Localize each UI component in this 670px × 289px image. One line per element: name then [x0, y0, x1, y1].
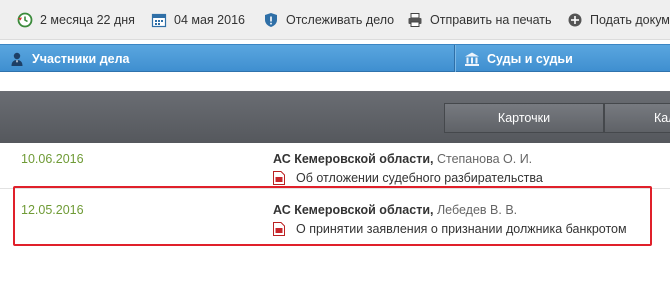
list-item: 10.06.2016 АС Кемеровской области, Степа…: [0, 143, 670, 187]
printer-icon: [407, 12, 423, 28]
submit-document-button[interactable]: Подать докумен: [567, 11, 670, 29]
toolbar: 2 месяца 22 дня 04 мая 2016 Отслеживать …: [0, 0, 670, 40]
tab-participants-label: Участники дела: [32, 51, 130, 66]
person-icon: [9, 51, 25, 67]
document-link[interactable]: Об отложении судебного разбирательства: [273, 171, 543, 185]
elapsed-time-label: 2 месяца 22 дня: [40, 13, 135, 27]
pdf-icon: [273, 171, 285, 185]
clock-arrow-icon: [17, 12, 33, 28]
print-button[interactable]: Отправить на печать: [407, 11, 552, 29]
judge-name: Степанова О. И.: [436, 152, 533, 166]
track-case-label: Отслеживать дело: [286, 13, 395, 27]
event-date: 10.06.2016: [21, 152, 84, 166]
print-label: Отправить на печать: [430, 13, 552, 27]
tab-divider: [454, 45, 455, 72]
tabs-bar: Участники дела Суды и судьи: [0, 44, 670, 72]
document-title: Об отложении судебного разбирательства: [296, 171, 543, 185]
courthouse-icon: [464, 51, 480, 67]
date-item[interactable]: 04 мая 2016: [151, 11, 245, 29]
calendar-view-button[interactable]: Кал: [604, 103, 670, 133]
calendar-icon: [151, 12, 167, 28]
cards-view-button[interactable]: Карточки: [444, 103, 604, 133]
submit-document-label: Подать докумен: [590, 13, 670, 27]
elapsed-time-item[interactable]: 2 месяца 22 дня: [17, 11, 135, 29]
court-info: АС Кемеровской области, Степанова О. И.: [273, 152, 532, 166]
view-switch-bar: Карточки Кал: [0, 91, 670, 143]
shield-icon: [263, 12, 279, 28]
court-name: АС Кемеровской области,: [273, 152, 434, 166]
tab-courts-judges[interactable]: Суды и судьи: [464, 45, 573, 72]
highlight-frame: [13, 186, 652, 246]
date-label: 04 мая 2016: [174, 13, 245, 27]
tab-courts-judges-label: Суды и судьи: [487, 51, 573, 66]
plus-circle-icon: [567, 12, 583, 28]
track-case-button[interactable]: Отслеживать дело: [263, 11, 394, 29]
tab-participants[interactable]: Участники дела: [9, 45, 130, 72]
